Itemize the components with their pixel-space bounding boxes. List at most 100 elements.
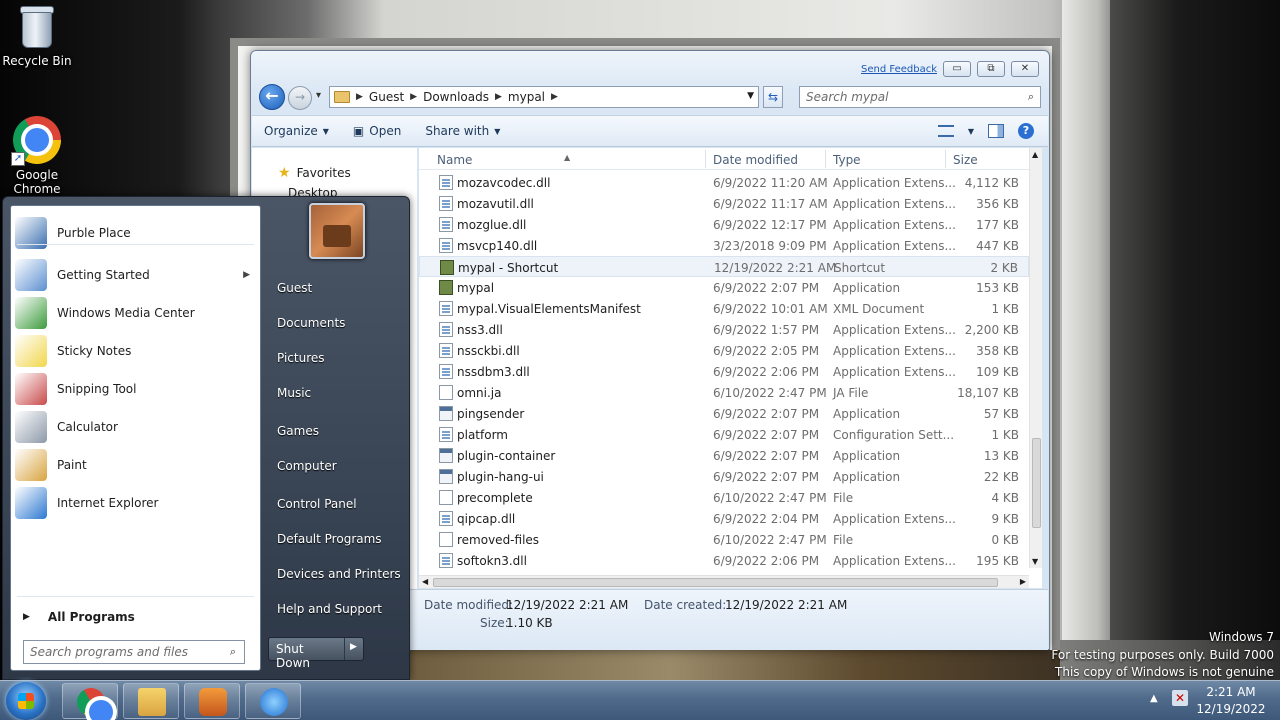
shut-down-button[interactable]: Shut Down ▶ [268, 637, 364, 670]
mypal-file-icon [439, 280, 453, 295]
horizontal-scrollbar[interactable]: ◀ ▶ [419, 575, 1029, 588]
column-type[interactable]: Type [833, 153, 861, 167]
program-item[interactable]: Snipping Tool [11, 370, 260, 408]
maximize-button[interactable]: ⧉ [977, 61, 1005, 77]
file-row[interactable]: pingsender 6/9/2022 2:07 PM Application 57 … [419, 403, 1029, 424]
view-options-dropdown[interactable]: ▼ [968, 127, 974, 136]
start-place-item[interactable]: Control Panel [277, 497, 357, 511]
change-view-icon[interactable] [937, 125, 954, 137]
minimize-button[interactable]: ▭ [943, 61, 971, 77]
file-row[interactable]: precomplete 6/10/2022 2:47 PM File 4 KB [419, 487, 1029, 508]
program-item[interactable]: Paint [11, 446, 260, 484]
desktop-icon-recycle-bin[interactable]: Recycle Bin [0, 2, 74, 68]
program-item[interactable]: Sticky Notes [11, 332, 260, 370]
file-row[interactable]: mozglue.dll 6/9/2022 12:17 PM Application … [419, 214, 1029, 235]
network-error-icon[interactable]: ✕ [1172, 690, 1188, 706]
search-programs-input[interactable]: Search programs and files ⌕ [23, 640, 245, 664]
breadcrumb-downloads[interactable]: Downloads [423, 90, 489, 104]
program-label: Internet Explorer [57, 496, 159, 510]
close-button[interactable]: ✕ [1011, 61, 1039, 77]
start-place-item[interactable]: Help and Support [277, 602, 382, 616]
clock-time[interactable]: 2:21 AM [1196, 685, 1266, 699]
file-type: Application Extens... [833, 239, 956, 253]
file-row[interactable]: nssdbm3.dll 6/9/2022 2:06 PM Application E… [419, 361, 1029, 382]
file-row[interactable]: removed-files 6/10/2022 2:47 PM File 0 KB [419, 529, 1029, 550]
file-row[interactable]: mypal 6/9/2022 2:07 PM Application 153 KB [419, 277, 1029, 298]
file-list: ▲ Name Date modified Type Size mozavcode… [419, 148, 1042, 588]
file-date: 6/9/2022 2:06 PM [713, 554, 820, 568]
file-name: removed-files [457, 533, 540, 547]
address-dropdown-icon[interactable]: ▼ [747, 91, 754, 101]
file-row[interactable]: omni.ja 6/10/2022 2:47 PM JA File 18,107 KB [419, 382, 1029, 403]
forward-button[interactable]: → [288, 86, 312, 110]
file-row[interactable]: mypal - Shortcut 12/19/2022 2:21 AM Shortc… [419, 256, 1029, 277]
file-row[interactable]: nssckbi.dll 6/9/2022 2:05 PM Application E… [419, 340, 1029, 361]
breadcrumb-mypal[interactable]: mypal [508, 90, 545, 104]
size-label: Size: [480, 616, 509, 630]
taskbar-explorer[interactable] [123, 683, 179, 719]
chevron-right-icon: ▶ [356, 92, 363, 102]
clock-date[interactable]: 12/19/2022 [1196, 702, 1266, 716]
nav-item-favorites[interactable]: ★ Favorites [278, 165, 351, 181]
user-account-picture[interactable] [309, 203, 365, 259]
start-place-item[interactable]: Default Programs [277, 532, 382, 546]
file-row[interactable]: mypal.VisualElementsManifest 6/9/2022 10:… [419, 298, 1029, 319]
chevron-right-icon: ▶ [23, 612, 30, 622]
dll-file-icon [439, 301, 453, 316]
file-row[interactable]: mozavcodec.dll 6/9/2022 11:20 AM Applicati… [419, 172, 1029, 193]
column-name[interactable]: Name [437, 153, 472, 167]
preview-pane-icon[interactable] [988, 124, 1004, 138]
program-item[interactable]: Purble Place [11, 214, 260, 252]
start-place-item[interactable]: Devices and Printers [277, 567, 401, 581]
start-place-item[interactable]: Music [277, 386, 311, 400]
share-with-button[interactable]: Share with ▼ [413, 124, 512, 138]
start-place-item[interactable]: Guest [277, 281, 312, 295]
file-size: 0 KB [991, 533, 1019, 547]
file-row[interactable]: platform 6/9/2022 2:07 PM Configuration Se… [419, 424, 1029, 445]
program-item[interactable]: Internet Explorer [11, 484, 260, 522]
file-row[interactable]: plugin-hang-ui 6/9/2022 2:07 PM Applicatio… [419, 466, 1029, 487]
dll-file-icon [439, 175, 453, 190]
file-row[interactable]: qipcap.dll 6/9/2022 2:04 PM Application Ex… [419, 508, 1029, 529]
file-row[interactable]: plugin-container 6/9/2022 2:07 PM Applicat… [419, 445, 1029, 466]
vertical-scrollbar[interactable]: ▲ ▼ [1029, 148, 1042, 568]
program-item[interactable]: Calculator [11, 408, 260, 446]
taskbar-internet-explorer[interactable] [245, 683, 301, 719]
shutdown-options-icon[interactable]: ▶ [345, 638, 357, 660]
search-input[interactable]: Search mypal ⌕ [799, 86, 1041, 108]
column-size[interactable]: Size [953, 153, 978, 167]
desktop-icon-google-chrome[interactable]: ➚ Google Chrome [0, 116, 74, 196]
chrome-icon [77, 688, 113, 720]
file-name: mozglue.dll [457, 218, 527, 232]
all-programs-button[interactable]: ▶ All Programs [11, 602, 260, 632]
start-place-item[interactable]: Pictures [277, 351, 325, 365]
send-feedback-link[interactable]: Send Feedback [861, 64, 937, 75]
refresh-button[interactable]: ⇆ [763, 86, 783, 108]
start-place-item[interactable]: Games [277, 424, 319, 438]
file-row[interactable]: msvcp140.dll 3/23/2018 9:09 PM Application… [419, 235, 1029, 256]
address-bar[interactable]: ▶ Guest ▶ Downloads ▶ mypal ▶ ▼ [329, 86, 759, 108]
scroll-thumb[interactable] [433, 578, 998, 587]
breadcrumb-guest[interactable]: Guest [369, 90, 404, 104]
file-row[interactable]: nss3.dll 6/9/2022 1:57 PM Application Exte… [419, 319, 1029, 340]
organize-button[interactable]: Organize ▼ [252, 124, 341, 138]
column-date-modified[interactable]: Date modified [713, 153, 798, 167]
file-row[interactable]: mozavutil.dll 6/9/2022 11:17 AM Applicatio… [419, 193, 1029, 214]
taskbar-chrome[interactable] [62, 683, 118, 720]
program-item[interactable]: Windows Media Center [11, 294, 260, 332]
scroll-thumb[interactable] [1032, 438, 1041, 528]
help-icon[interactable]: ? [1018, 123, 1034, 139]
open-button[interactable]: ▣ Open [341, 124, 413, 138]
start-place-item[interactable]: Documents [277, 316, 345, 330]
chevron-right-icon: ▶ [495, 92, 502, 102]
recent-pages-dropdown[interactable]: ▾ [316, 90, 321, 101]
file-row[interactable]: softokn3.dll 6/9/2022 2:06 PM Application … [419, 550, 1029, 571]
back-button[interactable]: ← [259, 84, 285, 110]
file-date: 6/9/2022 2:07 PM [713, 470, 820, 484]
start-button[interactable] [6, 682, 46, 720]
start-place-item[interactable]: Computer [277, 459, 337, 473]
program-item[interactable]: Getting Started ▶ [11, 256, 260, 294]
chevron-right-icon[interactable]: ▶ [243, 270, 250, 280]
taskbar-media-player[interactable] [184, 683, 240, 719]
show-hidden-icons-icon[interactable]: ▲ [1150, 693, 1158, 704]
